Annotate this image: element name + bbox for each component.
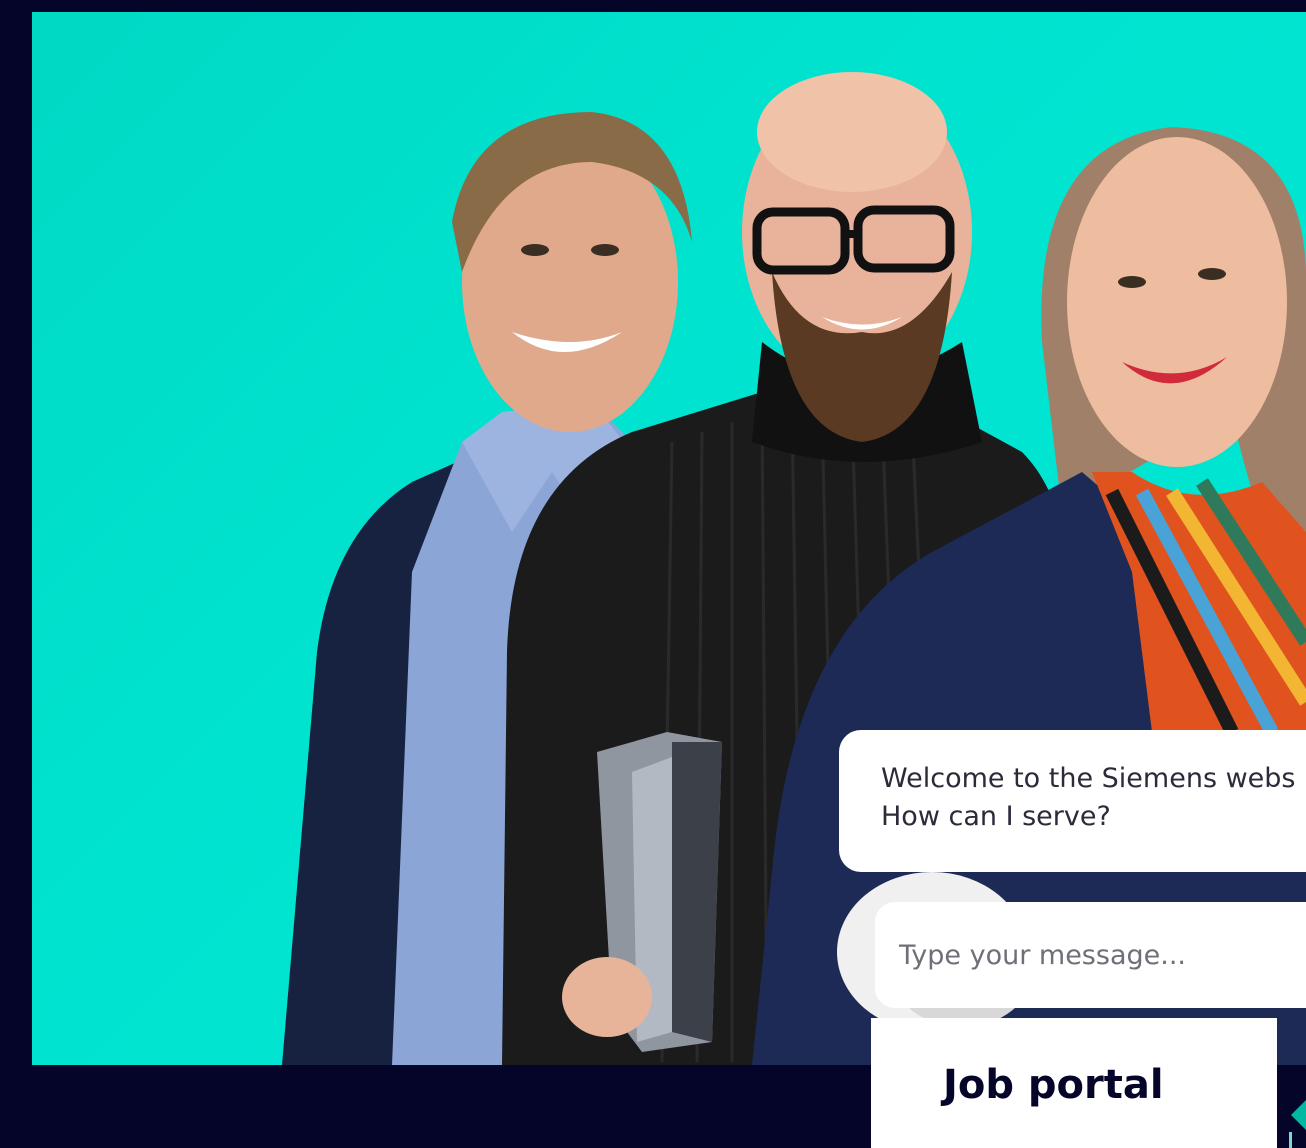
chat-welcome-line-2: How can I serve? (881, 801, 1111, 832)
arrow-icon (1289, 1100, 1306, 1148)
page: Welcome to the Siemens webs How can I se… (0, 0, 1306, 1148)
job-portal-button[interactable]: Job portal (871, 1018, 1277, 1148)
chat-welcome-line-1: Welcome to the Siemens webs (881, 763, 1296, 794)
chat-message-input[interactable] (875, 902, 1306, 1008)
job-portal-label: Job portal (943, 1062, 1164, 1108)
chat-welcome-message: Welcome to the Siemens webs How can I se… (839, 730, 1306, 872)
